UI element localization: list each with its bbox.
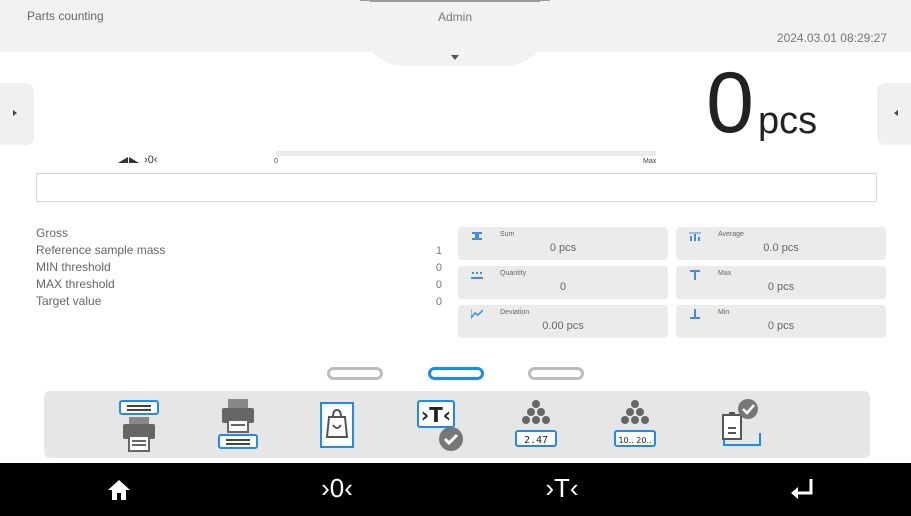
load-bargraph [276,151,656,156]
page-indicator-2[interactable] [428,367,484,380]
print-footer-icon [218,399,258,449]
stat-tile-deviation[interactable]: Deviation 0.00 pcs [458,305,668,338]
tile-value: 0 pcs [767,281,795,293]
weighing-result: 0 pcs [600,58,860,148]
info-text-field [36,173,877,202]
tare-confirm-button[interactable]: ›T‹ [407,395,467,455]
info-label: Gross [36,226,69,240]
date-time: 2024.03.01 08:29:27 [776,31,887,45]
user-name: Admin [437,10,472,24]
page-indicator-1[interactable] [327,367,383,380]
print-header-icon [119,400,159,452]
info-row-target-value: Target value 0 [36,294,442,311]
stat-tile-min[interactable]: Min 0 pcs [676,305,886,338]
info-row-reference-mass: Reference sample mass 1 [36,243,442,260]
home-button[interactable] [59,463,179,516]
svg-text:›T‹: ›T‹ [421,403,451,427]
stability-icon [118,157,128,164]
stat-tile-max[interactable]: Max 0 pcs [676,266,886,299]
info-label: MAX threshold [36,277,115,291]
zero-indicator: ›0‹ [144,154,158,167]
function-key-bar: ›T‹ 2.47 10.. 20.. [44,391,870,458]
info-label: Target value [36,294,102,308]
chevron-left-icon [894,110,898,116]
result-value: 0 [706,55,754,151]
info-row-min-threshold: MIN threshold 0 [36,260,442,277]
tile-label: Max [718,270,732,277]
determine-part-mass-icon [614,400,656,447]
set-part-mass-icon [515,400,557,447]
status-indicators: ›0‹ [118,154,158,166]
tare-button[interactable]: ›T‹ [502,463,622,516]
print-footer-button[interactable] [209,395,269,455]
packaging-button[interactable] [308,395,368,455]
bargraph-min-label: 0 [274,158,278,165]
info-value: 0 [435,279,442,291]
print-header-button[interactable] [110,395,170,455]
left-panel-toggle[interactable] [0,83,34,145]
info-value: 1 [435,245,442,257]
tare-icon: ›T‹ [545,473,579,503]
tare-confirm-icon: ›T‹ [417,400,463,451]
tile-label: Min [718,309,730,316]
tile-label: Deviation [500,309,530,316]
tile-value: 0.0 pcs [763,242,799,254]
user-panel-tab[interactable]: Admin [360,0,550,66]
bottom-navigation-bar: ›0‹ ›T‹ [0,463,911,516]
page-indicator-3[interactable] [528,367,584,380]
tile-label: Sum [500,231,515,238]
product-confirm-button[interactable] [708,395,768,455]
info-label: Reference sample mass [36,243,166,257]
chevron-down-icon [451,55,459,60]
tile-label: Average [718,231,744,238]
packaging-icon [320,402,354,448]
enter-button[interactable] [742,463,862,516]
determine-part-mass-button[interactable]: 10.. 20.. [605,395,665,455]
mode-title[interactable]: Parts counting [27,9,104,23]
result-unit[interactable]: pcs [758,100,817,143]
tile-value: 0.00 pcs [542,320,584,332]
set-part-mass-button[interactable]: 2.47 [506,395,566,455]
stat-tile-average[interactable]: Average 0.0 pcs [676,227,886,260]
info-label: MIN threshold [36,260,111,274]
right-panel-toggle[interactable] [877,83,911,145]
chevron-right-icon [13,110,17,116]
zero-button[interactable]: ›0‹ [277,463,397,516]
enter-icon [791,479,813,499]
tile-label: Quantity [500,270,527,277]
stat-tile-sum[interactable]: Sum 0 pcs [458,227,668,260]
bargraph-max-label: Max [643,158,657,165]
info-list: Gross Reference sample mass 1 MIN thresh… [36,226,442,311]
part-mass-label: 2.47 [523,435,549,446]
tile-value: 0 pcs [767,320,795,332]
part-count-label: 10.. 20.. [618,436,652,445]
info-row-gross: Gross [36,226,442,243]
stat-tile-quantity[interactable]: Quantity 0 [458,266,668,299]
info-value: 0 [435,296,442,308]
stability-icon [129,157,140,164]
home-icon [108,480,130,500]
info-value: 0 [435,262,442,274]
tile-value: 0 [559,281,567,293]
product-confirm-icon [722,399,761,446]
zero-icon: ›0‹ [321,473,353,503]
info-row-max-threshold: MAX threshold 0 [36,277,442,294]
tile-value: 0 pcs [549,242,577,254]
